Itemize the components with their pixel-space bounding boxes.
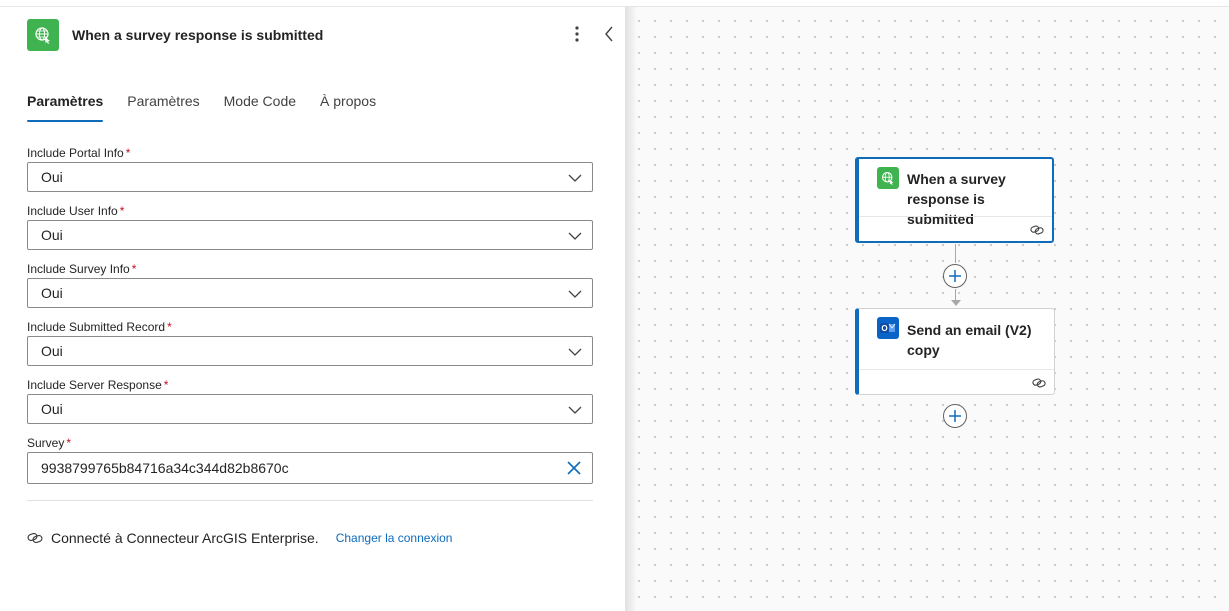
properties-panel: When a survey response is submitted Para… (0, 0, 625, 611)
tab-settings[interactable]: Paramètres (127, 88, 199, 122)
dropdown-value: Oui (41, 169, 63, 185)
svg-text:O: O (881, 324, 887, 333)
panel-shadow (625, 0, 637, 611)
outlook-icon: O (877, 317, 899, 339)
more-vertical-icon (575, 26, 579, 42)
include-portal-info-label: Include Portal Info * (27, 146, 131, 160)
required-marker: * (167, 320, 172, 334)
survey-label: Survey * (27, 436, 72, 450)
plus-icon (949, 270, 961, 282)
chevron-down-icon (568, 290, 582, 298)
link-icon (1030, 225, 1044, 235)
tab-about[interactable]: À propos (320, 88, 376, 122)
link-icon (1032, 378, 1046, 388)
include-submitted-record-label: Include Submitted Record * (27, 320, 172, 334)
chevron-down-icon (568, 348, 582, 356)
plus-icon (949, 410, 961, 422)
include-server-response-label: Include Server Response * (27, 378, 169, 392)
card-footer (859, 369, 1054, 394)
link-icon (27, 532, 43, 544)
connection-text: Connecté à Connecteur ArcGIS Enterprise. (51, 530, 319, 546)
close-icon[interactable] (566, 460, 582, 476)
trigger-card[interactable]: When a survey response is submitted (855, 157, 1054, 243)
dropdown-value: Oui (41, 401, 63, 417)
include-submitted-record-dropdown[interactable]: Oui (27, 336, 593, 366)
connector-arrow (951, 300, 961, 306)
dropdown-value: Oui (41, 285, 63, 301)
connector-line (955, 244, 956, 263)
survey-input-value: 9938799765b84716a34c344d82b8670c (41, 460, 289, 476)
include-portal-info-dropdown[interactable]: Oui (27, 162, 593, 192)
connection-info: Connecté à Connecteur ArcGIS Enterprise.… (27, 529, 452, 547)
panel-tabs: Paramètres Paramètres Mode Code À propos (27, 88, 400, 122)
chevron-down-icon (568, 406, 582, 414)
required-marker: * (119, 204, 125, 218)
required-marker: * (131, 262, 137, 276)
panel-title: When a survey response is submitted (72, 26, 324, 43)
include-survey-info-label: Include Survey Info * (27, 262, 137, 276)
include-user-info-label: Include User Info * (27, 204, 125, 218)
required-marker: * (66, 436, 72, 450)
dropdown-value: Oui (41, 343, 63, 359)
dropdown-value: Oui (41, 227, 63, 243)
collapse-panel-button[interactable] (599, 22, 619, 46)
action-card[interactable]: O Send an email (V2) copy (855, 308, 1055, 395)
change-connection-link[interactable]: Changer la connexion (336, 531, 453, 545)
survey-input[interactable]: 9938799765b84716a34c344d82b8670c (27, 452, 593, 484)
include-server-response-dropdown[interactable]: Oui (27, 394, 593, 424)
more-options-button[interactable] (567, 22, 587, 46)
survey-globe-icon (877, 167, 899, 189)
tab-code-view[interactable]: Mode Code (224, 88, 296, 122)
action-card-title: Send an email (V2) copy (907, 322, 1032, 358)
include-survey-info-dropdown[interactable]: Oui (27, 278, 593, 308)
chevron-down-icon (568, 232, 582, 240)
panel-header: When a survey response is submitted (27, 18, 617, 51)
required-marker: * (163, 378, 169, 392)
card-footer (859, 216, 1052, 241)
include-user-info-dropdown[interactable]: Oui (27, 220, 593, 250)
top-bar (0, 0, 1229, 7)
chevron-left-icon (605, 26, 613, 42)
divider (27, 500, 593, 501)
add-step-button[interactable] (943, 404, 967, 428)
add-step-button[interactable] (943, 264, 967, 288)
survey-globe-icon (27, 18, 59, 51)
flow-canvas[interactable]: When a survey response is submitted O Se… (625, 7, 1229, 611)
tab-parameters[interactable]: Paramètres (27, 88, 104, 122)
required-marker: * (125, 146, 131, 160)
chevron-down-icon (568, 174, 582, 182)
